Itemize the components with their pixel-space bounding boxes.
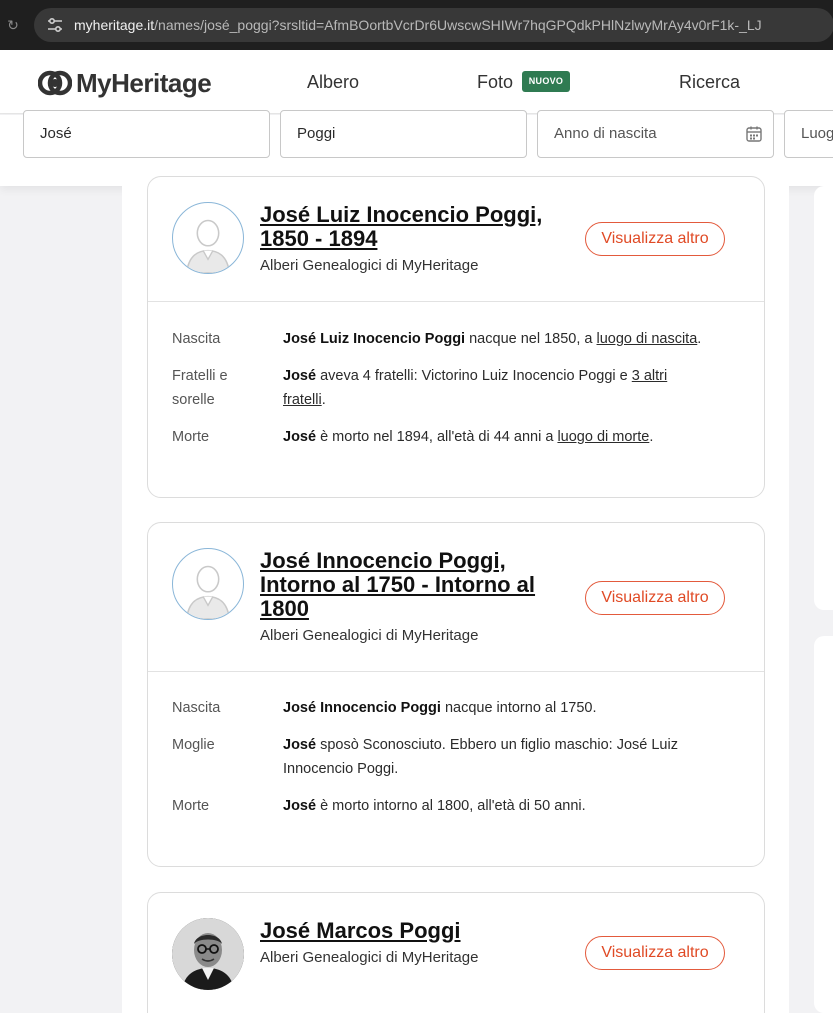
- fact-text: José aveva 4 fratelli: Victorino Luiz In…: [283, 368, 668, 408]
- fact-bold: José: [283, 368, 317, 384]
- view-more-button[interactable]: Visualizza altro: [585, 581, 725, 615]
- logo-text: MyHeritage: [76, 67, 212, 98]
- myheritage-logo[interactable]: MyHeritage: [38, 67, 212, 99]
- fact-body: nacque intorno al 1750.: [440, 700, 597, 716]
- url-path: /names/josé_poggi?srsltid=AfmBOortbVcrDr…: [154, 17, 762, 33]
- fact-bold: José Innocencio Poggi: [283, 700, 441, 716]
- url-host: myheritage.it: [74, 17, 155, 33]
- result-card: José Luiz Inocencio Poggi, 1850 - 1894 A…: [147, 176, 765, 498]
- reload-icon[interactable]: ↻: [2, 17, 24, 34]
- fact-label: Morte: [172, 429, 210, 445]
- person-name-link[interactable]: José Luiz Inocencio Poggi, 1850 - 1894: [260, 203, 542, 251]
- person-source: Alberi Genealogici di MyHeritage: [260, 949, 479, 966]
- view-more-button[interactable]: Visualizza altro: [585, 936, 725, 970]
- side-panel-lower: [814, 636, 833, 1013]
- site-settings-icon[interactable]: [46, 16, 64, 34]
- fact-body: Innocencio Poggi.: [283, 761, 399, 777]
- siblings-link[interactable]: 3 altri: [632, 368, 667, 384]
- person-name-line1: José Luiz Inocencio Poggi,: [260, 202, 543, 227]
- fact-text: José Innocencio Poggi nacque intorno al …: [283, 696, 743, 720]
- person-name-link[interactable]: José Marcos Poggi: [260, 919, 461, 943]
- fact-body: aveva 4 fratelli: Victorino Luiz Inocenc…: [316, 368, 632, 384]
- url-text: myheritage.it/names/josé_poggi?srsltid=A…: [74, 17, 762, 33]
- fact-text: José Luiz Inocencio Poggi nacque nel 185…: [283, 331, 702, 347]
- last-name-field[interactable]: Poggi: [280, 110, 527, 158]
- birth-year-placeholder: Anno di nascita: [554, 125, 657, 142]
- person-name-line2: 1850 - 1894: [260, 226, 378, 251]
- calendar-icon[interactable]: [745, 125, 763, 143]
- person-source: Alberi Genealogici di MyHeritage: [260, 257, 479, 274]
- fact-text: José è morto intorno al 1800, all'età di…: [283, 794, 743, 818]
- fact-label: Moglie: [172, 737, 215, 753]
- person-photo[interactable]: [172, 918, 244, 990]
- side-panel: [814, 186, 833, 610]
- fact-label: Morte: [172, 798, 210, 814]
- nav-albero[interactable]: Albero: [307, 72, 359, 93]
- result-card: José Innocencio Poggi, Intorno al 1750 -…: [147, 522, 765, 867]
- first-name-field[interactable]: José: [23, 110, 270, 158]
- person-name-link[interactable]: José Innocencio Poggi, Intorno al 1750 -…: [260, 549, 535, 621]
- site-header: MyHeritage Albero Foto Ricerca: [0, 50, 833, 114]
- siblings-link[interactable]: fratelli: [283, 392, 322, 408]
- card-divider: [148, 301, 764, 302]
- logo-icon: [38, 70, 72, 96]
- result-card: José Marcos Poggi Alberi Genealogici di …: [147, 892, 765, 1013]
- avatar-placeholder-icon[interactable]: [172, 548, 244, 620]
- fact-body: è morto intorno al 1800, all'età di 50 a…: [316, 798, 586, 814]
- fact-body: è morto nel 1894, all'età di 44 anni a: [316, 429, 558, 445]
- fact-text: José sposò Sconosciuto. Ebbero un figlio…: [283, 733, 743, 781]
- avatar-placeholder-icon[interactable]: [172, 202, 244, 274]
- fact-bold: José: [283, 429, 317, 445]
- person-name-line2: Intorno al 1750 - Intorno al: [260, 572, 536, 597]
- fact-text: José è morto nel 1894, all'età di 44 ann…: [283, 429, 654, 445]
- fact-label: Fratelli e sorelle: [172, 368, 228, 408]
- new-badge: NUOVO: [522, 71, 570, 92]
- view-more-button[interactable]: Visualizza altro: [585, 222, 725, 256]
- nav-ricerca[interactable]: Ricerca: [679, 72, 740, 93]
- birth-place-link[interactable]: luogo di nascita: [597, 331, 698, 347]
- address-bar[interactable]: myheritage.it/names/josé_poggi?srsltid=A…: [34, 8, 833, 42]
- fact-bold: José: [283, 798, 317, 814]
- person-name-line1: José Marcos Poggi: [260, 918, 461, 943]
- fact-label: Nascita: [172, 700, 221, 716]
- person-source: Alberi Genealogici di MyHeritage: [260, 627, 479, 644]
- fact-bold: José: [283, 737, 317, 753]
- fact-body: sposò Sconosciuto. Ebbero un figlio masc…: [316, 737, 678, 753]
- birth-year-field[interactable]: Anno di nascita: [537, 110, 774, 158]
- fact-label: Nascita: [172, 331, 221, 347]
- card-divider: [148, 671, 764, 672]
- fact-body: nacque nel 1850, a: [465, 331, 597, 347]
- person-name-line3: 1800: [260, 596, 309, 621]
- death-place-link[interactable]: luogo di morte: [557, 429, 649, 445]
- place-field[interactable]: Luog: [784, 110, 833, 158]
- nav-foto[interactable]: Foto: [477, 72, 513, 93]
- person-name-line1: José Innocencio Poggi,: [260, 548, 506, 573]
- fact-bold: José Luiz Inocencio Poggi: [283, 331, 466, 347]
